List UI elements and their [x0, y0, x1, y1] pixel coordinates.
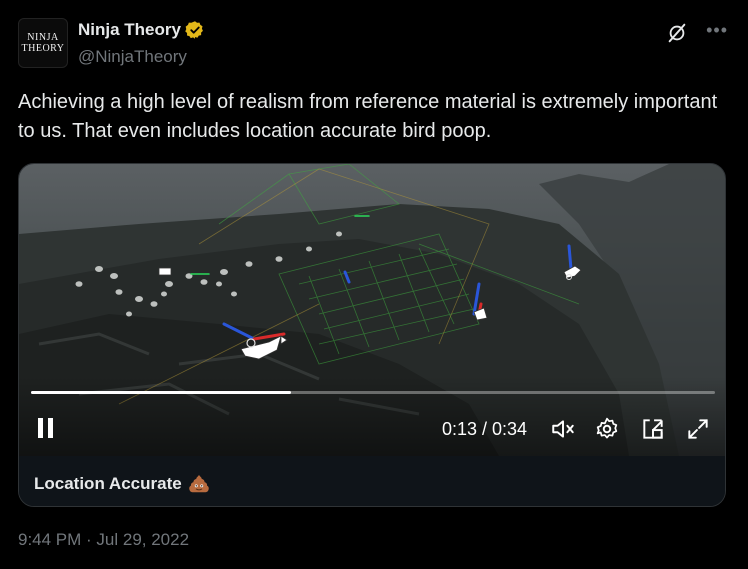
name-row: Ninja Theory [78, 20, 205, 40]
grok-icon[interactable] [666, 22, 688, 44]
video-card[interactable]: 0:13 / 0:34 Location Accurate [18, 163, 726, 507]
verified-badge-icon[interactable] [185, 20, 205, 40]
video-caption-text: Location Accurate [34, 474, 182, 493]
avatar[interactable]: NINJA THEORY [18, 18, 68, 68]
video-player[interactable]: 0:13 / 0:34 [19, 164, 725, 456]
avatar-text-line2: THEORY [21, 43, 65, 54]
avatar-text-line1: NINJA [27, 32, 59, 43]
mute-icon[interactable] [550, 416, 576, 442]
more-icon[interactable]: ••• [706, 20, 728, 41]
tweet-timestamp[interactable]: 9:44 PM · Jul 29, 2022 [18, 530, 189, 550]
picture-in-picture-icon[interactable] [640, 416, 666, 442]
fullscreen-icon[interactable] [685, 416, 711, 442]
display-name[interactable]: Ninja Theory [78, 20, 181, 40]
handle[interactable]: @NinjaTheory [78, 47, 187, 67]
settings-icon[interactable] [594, 416, 620, 442]
video-caption: Location Accurate [34, 473, 210, 495]
video-time: 0:13 / 0:34 [442, 419, 528, 439]
pause-icon[interactable] [37, 418, 57, 440]
poop-icon [188, 474, 209, 493]
tweet-text: Achieving a high level of realism from r… [18, 91, 718, 142]
tweet-header: NINJA THEORY Ninja Theory @NinjaTheory •… [18, 16, 732, 72]
progress-fill [31, 391, 291, 394]
video-caption-bar: Location Accurate [19, 456, 725, 506]
progress-bar[interactable] [31, 391, 715, 394]
